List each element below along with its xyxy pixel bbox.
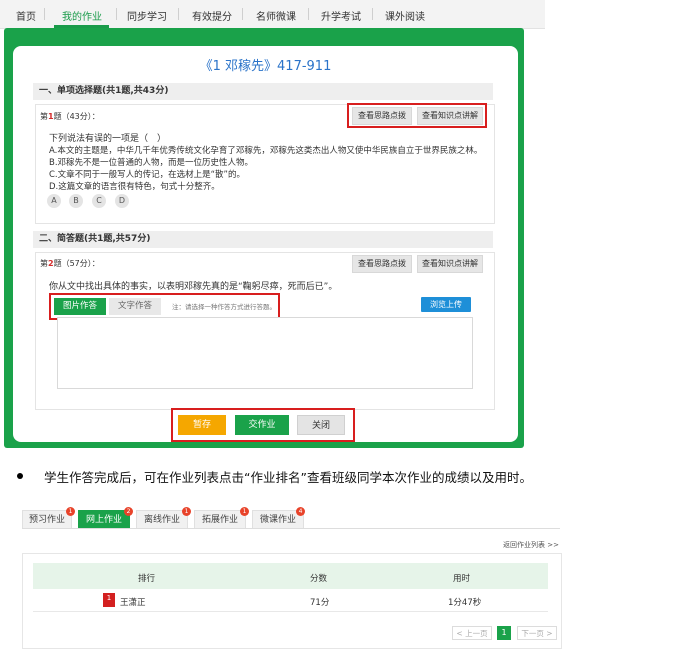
page-1-button[interactable]: 1 (497, 626, 511, 640)
exam-title: 《1 邓稼先》417-911 (199, 59, 332, 74)
tab-offline-homework[interactable]: 离线作业 (136, 510, 188, 529)
back-to-list-link[interactable]: 返回作业列表 >> (503, 540, 559, 550)
tab-divider (22, 528, 560, 529)
rank-number: 1 (106, 594, 112, 602)
column-header-rank: 排行 (138, 574, 156, 584)
tab-badge: 1 (66, 507, 75, 516)
view-hint-button-2[interactable]: 查看思路点拨 (352, 255, 412, 273)
browse-upload-button[interactable]: 浏览上传 (421, 297, 471, 312)
nav-item-entrance-exam[interactable]: 升学考试 (321, 8, 361, 23)
tab-badge: 4 (296, 507, 305, 516)
bullet-icon (17, 473, 23, 479)
nav-item-home[interactable]: 首页 (16, 8, 36, 23)
tab-online-homework[interactable]: 网上作业 (78, 510, 130, 529)
ranking-table-header (33, 563, 548, 589)
next-page-button[interactable]: 下一页 > (517, 626, 557, 640)
option-a-text: A.本文的主题是，中华几千年优秀传统文化孕育了邓稼先，邓稼先这类杰出人物又使中华… (49, 146, 483, 156)
top-nav: 首页 我的作业 同步学习 有效提分 名师微课 升学考试 课外阅读 (0, 0, 545, 29)
choice-d-button[interactable]: D (115, 194, 129, 208)
tab-badge: 1 (182, 507, 191, 516)
instruction-text: 学生作答完成后，可在作业列表点击“作业排名”查看班级同学本次作业的成绩以及用时。 (44, 470, 532, 485)
answer-area[interactable] (57, 317, 473, 389)
student-score: 71分 (310, 598, 330, 608)
option-b-text: B.邓稼先不是一位普通的人物，而是一位历史性人物。 (49, 158, 254, 168)
nav-item-extra-reading[interactable]: 课外阅读 (385, 8, 425, 23)
option-c-text: C.文章不同于一般写人的传记，在选材上是“散”的。 (49, 170, 245, 180)
nav-item-my-homework[interactable]: 我的作业 (62, 8, 102, 23)
tab-extended-homework[interactable]: 拓展作业 (194, 510, 246, 529)
nav-item-sync-study[interactable]: 同步学习 (127, 8, 167, 23)
tab-preview-homework[interactable]: 预习作业 (22, 510, 72, 529)
choice-c-button[interactable]: C (92, 194, 106, 208)
view-knowledge-button-2[interactable]: 查看知识点讲解 (417, 255, 483, 273)
tab-badge: 2 (124, 507, 133, 516)
nav-item-teacher-microlessons[interactable]: 名师微课 (256, 8, 296, 23)
column-header-score: 分数 (310, 574, 328, 584)
highlight-box-action-buttons (171, 408, 355, 442)
section-header-short-answer: 二、简答题(共1题,共57分) (33, 231, 493, 248)
choice-b-button[interactable]: B (69, 194, 83, 208)
tab-badge: 1 (240, 507, 249, 516)
choice-a-button[interactable]: A (47, 194, 61, 208)
option-d-text: D.这篇文章的语言很有特色，句式十分整齐。 (49, 182, 220, 192)
row-divider (33, 611, 548, 612)
question-2-stem: 你从文中找出具体的事实，以表明邓稼先真的是“鞠躬尽瘁，死而后已”。 (49, 282, 338, 292)
highlight-box-hint-buttons (347, 103, 487, 128)
nav-item-score-boost[interactable]: 有效提分 (192, 8, 232, 23)
prev-page-button[interactable]: < 上一页 (452, 626, 492, 640)
question-2-number: 第2题（57分）： (40, 259, 100, 268)
section-header-single-choice: 一、单项选择题(共1题,共43分) (33, 83, 493, 100)
question-1-stem: 下列说法有误的一项是（ ） (49, 134, 167, 144)
highlight-box-answer-mode (49, 293, 280, 320)
column-header-time: 用时 (453, 574, 471, 584)
question-1-number: 第1题（43分）： (40, 112, 100, 121)
student-time: 1分47秒 (448, 598, 482, 608)
student-name: 王潇正 (120, 598, 146, 608)
